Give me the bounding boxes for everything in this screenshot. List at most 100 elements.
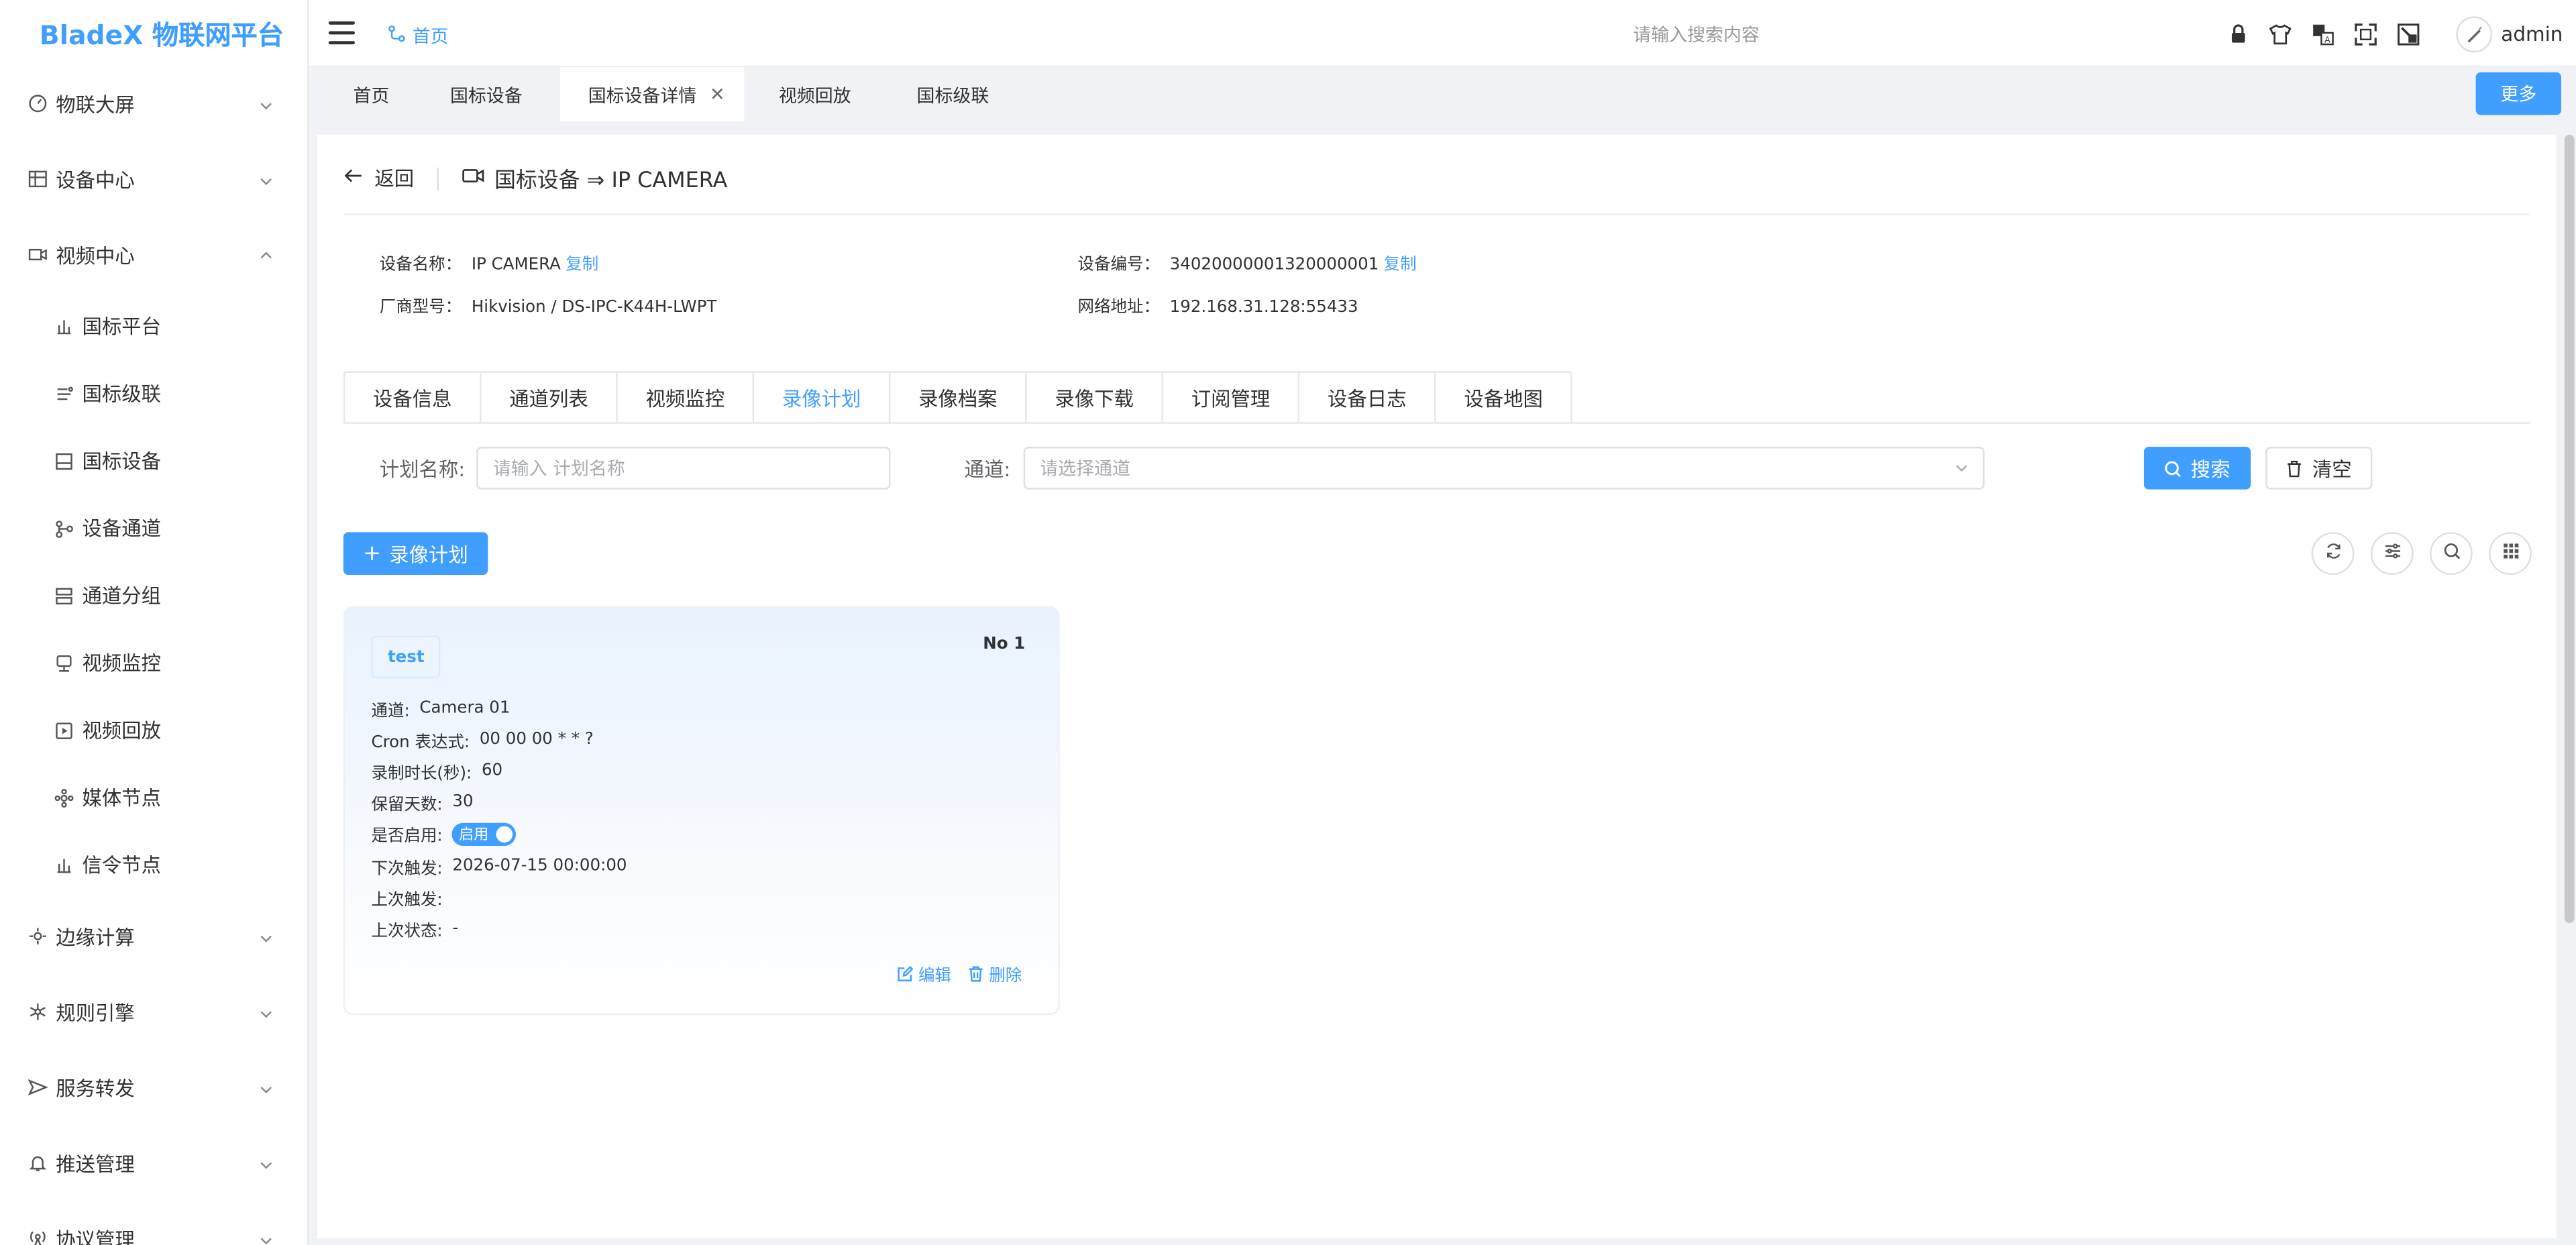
tab-gb-cascade[interactable]: 国标级联: [917, 67, 989, 121]
global-search-input[interactable]: 请输入搜索内容: [1633, 21, 1760, 48]
sidebar-item-rule-engine[interactable]: 规则引擎: [0, 974, 307, 1050]
chevron-down-icon: [258, 928, 274, 944]
next-trigger-row: 下次触发: 2026-07-15 00:00:00: [371, 854, 627, 879]
toggle-search-button[interactable]: [2430, 532, 2473, 575]
sidebar-item-protocol-manage[interactable]: 协议管理: [0, 1201, 307, 1245]
bell-icon: [28, 1153, 48, 1173]
edit-button[interactable]: 编辑: [897, 961, 951, 985]
fullscreen-icon[interactable]: [2355, 22, 2377, 45]
tab-device-info[interactable]: 设备信息: [345, 372, 482, 424]
tab-record-download[interactable]: 录像下载: [1027, 372, 1164, 424]
tab-device-map[interactable]: 设备地图: [1436, 373, 1571, 424]
sidebar-item-video-center[interactable]: 视频中心: [0, 217, 307, 292]
sidebar-item-gb-device[interactable]: 国标设备: [0, 427, 307, 494]
vendor-key: 厂商型号：: [379, 299, 462, 317]
sidebar-item-label: 边缘计算: [56, 925, 135, 949]
tab-video-playback[interactable]: 视频回放: [779, 67, 851, 121]
arrow-left-icon: [343, 166, 375, 191]
tab-subscription[interactable]: 订阅管理: [1163, 372, 1300, 424]
sidebar-item-dashboard[interactable]: 物联大屏: [0, 66, 307, 142]
search-button[interactable]: 搜索: [2143, 447, 2251, 490]
tab-video-monitor[interactable]: 视频监控: [618, 372, 755, 424]
tab-label: 首页: [353, 85, 390, 106]
sidebar-item-signal-node[interactable]: 信令节点: [0, 831, 307, 898]
more-button[interactable]: 更多: [2475, 72, 2561, 115]
device-icon: [54, 451, 74, 470]
add-record-plan-button[interactable]: + 录像计划: [343, 532, 488, 575]
clear-button[interactable]: 清空: [2265, 447, 2373, 490]
column-settings-button[interactable]: [2370, 532, 2414, 575]
sidebar-item-gb-cascade[interactable]: 国标级联: [0, 360, 307, 427]
sidebar-item-label: 视频回放: [82, 719, 162, 743]
language-icon[interactable]: A: [2312, 22, 2335, 45]
sidebar-item-channel-group[interactable]: 通道分组: [0, 561, 307, 629]
cascade-icon: [54, 384, 74, 403]
sidebar-item-device-channel[interactable]: 设备通道: [0, 494, 307, 561]
device-code-info: 设备编号： 34020000001320000001 复制: [1078, 250, 1417, 274]
monitor-icon: [54, 653, 74, 672]
video-camera-icon: [462, 165, 484, 191]
forward-icon: [28, 1077, 48, 1097]
search-icon: [2164, 459, 2182, 477]
grid-icon: [2502, 542, 2520, 565]
close-icon[interactable]: ✕: [710, 84, 725, 105]
protocol-icon: [28, 1229, 48, 1245]
theme-shirt-icon[interactable]: [2269, 22, 2292, 45]
enabled-switch[interactable]: 启用: [452, 822, 517, 845]
sidebar-item-push-manage[interactable]: 推送管理: [0, 1125, 307, 1201]
main-panel: 返回 国标设备 ⇒ IP CAMERA 设备名称： IP CAMERA 复制 设备编…: [317, 134, 2557, 1239]
home-breadcrumb[interactable]: 首页: [388, 23, 449, 49]
back-button[interactable]: 返回: [343, 164, 414, 193]
sidebar-item-gb-platform[interactable]: 国标平台: [0, 292, 307, 360]
sidebar-item-video-monitor[interactable]: 视频监控: [0, 629, 307, 696]
sidebar-item-service-forward[interactable]: 服务转发: [0, 1050, 307, 1126]
tab-gb-device-detail[interactable]: 国标设备详情 ✕: [560, 67, 745, 122]
home-crumb-icon: [388, 25, 406, 48]
page-scrollbar[interactable]: [2564, 134, 2575, 924]
back-label: 返回: [374, 167, 415, 191]
sidebar-item-label: 视频中心: [56, 243, 135, 267]
tab-record-plan[interactable]: 录像计划: [754, 372, 891, 424]
tab-device-log[interactable]: 设备日志: [1299, 372, 1436, 424]
title-row: 返回 国标设备 ⇒ IP CAMERA: [343, 162, 727, 194]
tabs-divider: [343, 422, 2530, 424]
field-key: 上次状态:: [371, 923, 443, 942]
clear-button-label: 清空: [2312, 457, 2352, 481]
delete-button[interactable]: 删除: [967, 961, 1022, 985]
device-name-key: 设备名称：: [379, 256, 462, 274]
plan-name-tag: test: [371, 635, 441, 679]
page-title: 国标设备 ⇒ IP CAMERA: [462, 162, 727, 194]
page-title-text: 国标设备 ⇒ IP CAMERA: [494, 169, 728, 194]
tab-channel-list[interactable]: 通道列表: [482, 372, 618, 424]
channel-select[interactable]: 请选择通道: [1023, 447, 1985, 490]
plan-name-input[interactable]: 请输入 计划名称: [476, 447, 891, 490]
refresh-icon: [2324, 542, 2342, 565]
sidebar-item-device-center[interactable]: 设备中心: [0, 142, 307, 217]
chevron-down-icon: [258, 1230, 274, 1245]
sidebar-item-label: 协议管理: [56, 1228, 135, 1245]
refresh-button[interactable]: [2311, 532, 2355, 575]
sidebar: BladeX 物联网平台 物联大屏 设备中心 视频中心 国标平台 国标级联 国标…: [0, 0, 309, 1245]
dashboard-icon: [28, 94, 48, 113]
chevron-down-icon: [258, 1079, 274, 1095]
detail-tabs: 设备信息 通道列表 视频监控 录像计划 录像档案 录像下载 订阅管理 设备日志 …: [343, 371, 1573, 424]
sidebar-item-video-playback[interactable]: 视频回放: [0, 696, 307, 763]
sidebar-item-edge-compute[interactable]: 边缘计算: [0, 898, 307, 974]
screen-lock-icon[interactable]: [2398, 22, 2420, 45]
copy-name-button[interactable]: 复制: [566, 256, 598, 274]
tab-home[interactable]: 首页: [354, 67, 390, 121]
tab-record-archive[interactable]: 录像档案: [891, 372, 1027, 424]
sidebar-item-label: 规则引擎: [56, 1001, 135, 1024]
tab-gb-device[interactable]: 国标设备: [450, 67, 523, 121]
field-value: 2026-07-15 00:00:00: [452, 857, 627, 876]
device-code-key: 设备编号：: [1077, 256, 1160, 274]
copy-code-button[interactable]: 复制: [1384, 256, 1417, 274]
sidebar-item-media-node[interactable]: 媒体节点: [0, 764, 307, 831]
lock-icon[interactable]: [2226, 22, 2249, 45]
sidebar-item-label: 设备中心: [56, 168, 135, 192]
user-menu[interactable]: admin: [2457, 15, 2563, 52]
grid-view-button[interactable]: [2489, 532, 2532, 575]
video-icon: [28, 245, 48, 264]
sliders-icon: [2383, 542, 2401, 565]
menu-toggle-icon[interactable]: [328, 21, 355, 45]
